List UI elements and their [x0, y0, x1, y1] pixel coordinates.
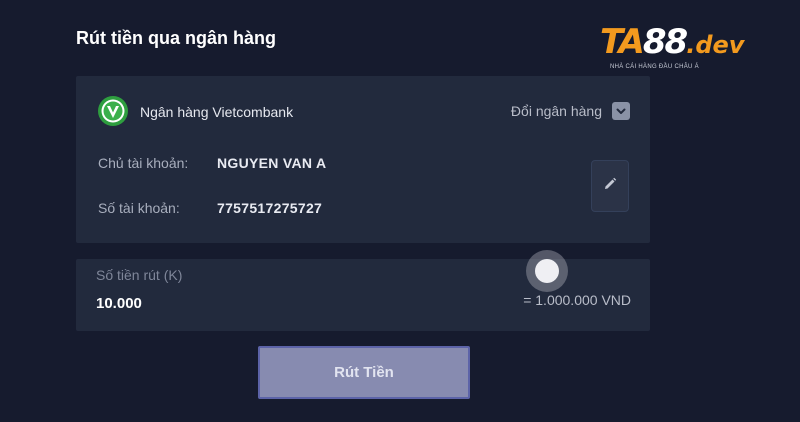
brand-logo-text: TA88.dev: [600, 22, 744, 65]
bank-account-card: Ngân hàng Vietcombank Đổi ngân hàng Chủ …: [76, 76, 650, 243]
withdraw-button[interactable]: Rút Tiền: [258, 346, 470, 399]
account-holder-value: NGUYEN VAN A: [217, 155, 327, 171]
edit-account-button[interactable]: [591, 160, 629, 212]
chevron-down-icon[interactable]: [612, 102, 630, 120]
brand-logo-main: TA: [600, 22, 645, 62]
account-number-value: 7757517275727: [217, 200, 323, 216]
brand-logo-suffix: .dev: [686, 31, 745, 59]
account-number-label: Số tài khoản:: [98, 200, 180, 216]
change-bank-label: Đổi ngân hàng: [510, 103, 602, 119]
page-title: Rút tiền qua ngân hàng: [76, 28, 276, 48]
vietcombank-logo-icon: [97, 95, 129, 127]
brand-logo: TA88.dev NHÀ CÁI HÀNG ĐẦU CHÂU Á: [600, 22, 785, 76]
brand-logo-number: 88: [642, 22, 688, 62]
amount-input-value[interactable]: 10.000: [96, 295, 142, 312]
amount-placeholder: Số tiền rút (K): [96, 267, 183, 283]
account-holder-label: Chủ tài khoản:: [98, 155, 189, 171]
touch-indicator: [526, 250, 568, 292]
touch-indicator-dot: [535, 259, 559, 283]
bank-name: Ngân hàng Vietcombank: [140, 104, 294, 120]
pencil-icon: [603, 177, 617, 196]
change-bank-button[interactable]: Đổi ngân hàng: [511, 102, 630, 120]
amount-converted-vnd: = 1.000.000 VND: [523, 292, 631, 308]
brand-tagline: NHÀ CÁI HÀNG ĐẦU CHÂU Á: [610, 64, 699, 70]
